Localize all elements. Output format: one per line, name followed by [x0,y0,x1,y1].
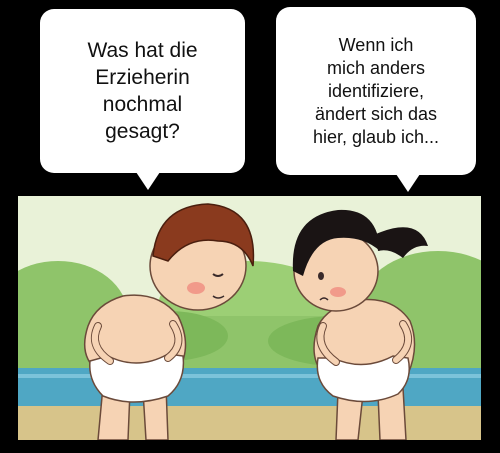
meme-comic: Was hat die Erzieherin nochmal gesagt? W… [0,0,500,453]
comic-illustration [18,196,481,440]
speech-text-left: Was hat die Erzieherin nochmal gesagt? [87,39,198,143]
speech-bubble-right-tail [396,174,420,192]
speech-bubble-left-tail [136,172,160,190]
water [18,368,481,406]
ground [18,406,481,440]
speech-bubble-right: Wenn ich mich anders identifiziere, ände… [276,7,476,175]
comic-panel [18,196,481,440]
speech-text-right: Wenn ich mich anders identifiziere, ände… [312,34,440,147]
speech-bubble-left: Was hat die Erzieherin nochmal gesagt? [40,9,245,173]
